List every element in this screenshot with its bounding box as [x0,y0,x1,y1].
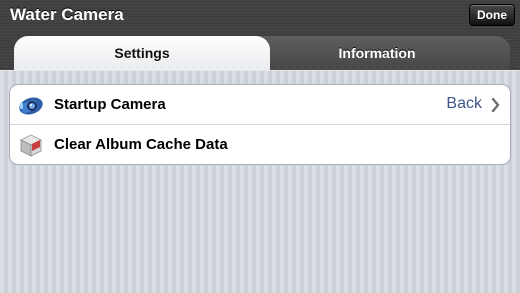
startup-camera-value: Back [446,95,482,112]
tab-information-label: Information [338,45,416,61]
settings-table: Startup Camera Back Clear Album Cache Da… [9,84,511,165]
chevron-right-icon [491,98,500,112]
app-title: Water Camera [10,5,124,24]
camera-icon [19,97,43,115]
tab-divider [0,70,520,71]
clear-album-cache-label: Clear Album Cache Data [54,136,228,153]
tab-information[interactable]: Information [244,36,510,70]
table-row-clear-album-cache[interactable]: Clear Album Cache Data [10,125,510,164]
table-row-startup-camera[interactable]: Startup Camera Back [10,85,510,125]
cache-box-icon [20,134,42,157]
startup-camera-label: Startup Camera [54,96,166,113]
tab-settings-label: Settings [114,45,170,61]
navigation-bar: Water Camera Done Information Settings [0,0,520,70]
tab-settings[interactable]: Settings [14,36,270,70]
done-button[interactable]: Done [469,4,515,26]
